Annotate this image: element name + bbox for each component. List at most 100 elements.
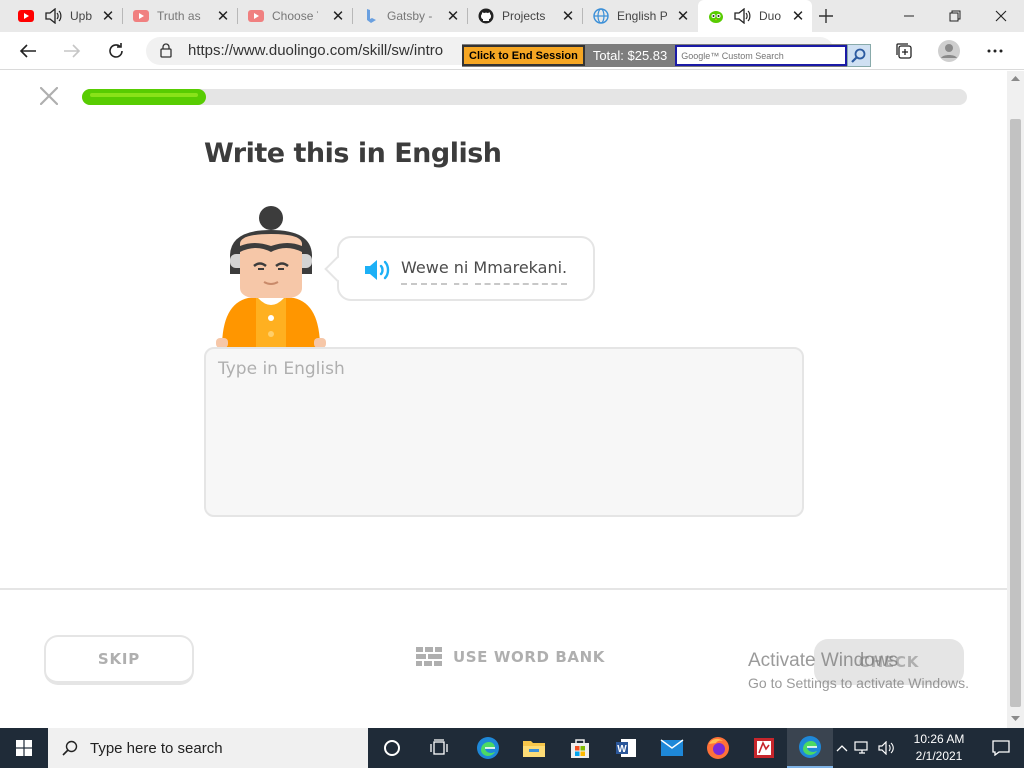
windows-logo-icon [16,740,32,756]
profile-button[interactable] [934,36,964,66]
tab-4[interactable]: Gatsby - ✕ [353,0,467,32]
network-icon[interactable] [854,741,872,755]
speech-bubble-tail [324,256,350,282]
hint-underline[interactable] [401,283,447,285]
skip-button[interactable]: SKIP [44,635,194,685]
collections-button[interactable] [889,36,919,66]
taskbar-edge[interactable] [465,728,511,768]
close-tab-icon[interactable]: ✕ [560,7,576,25]
globe-icon [593,8,609,24]
tab-3[interactable]: Choose Y ✕ [238,0,352,32]
google-search-button[interactable] [847,44,872,67]
close-tab-icon[interactable]: ✕ [330,7,346,25]
page-scrollbar[interactable] [1007,71,1024,728]
hint-underline[interactable] [454,283,468,285]
scroll-thumb[interactable] [1010,119,1021,707]
close-tab-icon[interactable]: ✕ [445,7,461,25]
address-bar-row: https://www.duolingo.com/skill/sw/intro … [0,32,1024,70]
tab-2[interactable]: Truth as t ✕ [123,0,237,32]
prompt-sentence[interactable]: Wewe ni Mmarekani. [401,258,567,277]
tab-label: English P [617,9,667,23]
close-tab-icon[interactable]: ✕ [790,7,806,25]
plus-icon [819,9,833,23]
back-button[interactable] [13,36,43,66]
taskbar-search-placeholder: Type here to search [90,739,223,757]
taskbar-firefox[interactable] [695,728,741,768]
tab-label: Duo [759,9,782,23]
start-button[interactable] [0,728,48,768]
lesson-progress-bar [82,89,967,105]
word-bank-icon [416,647,442,666]
use-word-bank-button[interactable]: USE WORD BANK [416,645,605,669]
task-view-button[interactable] [416,728,462,768]
minimize-icon [904,15,914,17]
taskbar-search-box[interactable]: Type here to search [48,728,368,768]
refresh-icon [109,43,123,58]
taskbar-pdf-app[interactable] [741,728,787,768]
taskbar-store[interactable] [557,728,603,768]
windows-taskbar: Type here to search W 10:26 AM 2/1/2021 [0,728,1024,768]
speaker-icon[interactable] [733,8,751,24]
mail-icon [660,739,684,756]
youtube-icon [133,8,149,24]
firefox-icon [707,737,729,759]
youtube-icon [18,8,34,24]
taskbar-file-explorer[interactable] [511,728,557,768]
tab-5[interactable]: Projects ✕ [468,0,582,32]
restore-icon [949,10,961,22]
notification-icon [992,740,1010,756]
close-icon [40,87,58,105]
word-icon: W [616,739,636,757]
settings-menu-button[interactable] [980,36,1010,66]
new-tab-button[interactable] [818,0,846,32]
tab-6[interactable]: English P ✕ [583,0,697,32]
pdf-app-icon [754,738,774,758]
play-audio-icon[interactable] [363,258,393,282]
close-tab-icon[interactable]: ✕ [100,7,116,25]
chevron-up-icon[interactable] [836,744,848,752]
watermark-title: Activate Windows [748,650,898,671]
svg-text:W: W [617,744,627,755]
scroll-up-arrow-icon[interactable] [1011,75,1020,81]
speech-bubble: Wewe ni Mmarekani. [324,236,595,301]
tab-1[interactable]: Upb ✕ [8,0,122,32]
lock-icon [160,43,172,58]
browser-tab-bar: Upb ✕ Truth as t ✕ Choose Y ✕ Gatsb [0,0,1024,32]
watermark-subtitle: Go to Settings to activate Windows. [748,675,969,691]
tab-label: Truth as t [157,9,203,23]
cortana-icon [384,740,400,756]
tab-7-active[interactable]: Duo ✕ [698,0,812,32]
minimize-button[interactable] [886,0,932,32]
answer-textarea[interactable] [204,347,804,517]
close-tab-icon[interactable]: ✕ [675,7,691,25]
extension-toolbar: Click to End Session Total: $25.83 [462,44,872,67]
notification-center-button[interactable] [978,728,1024,768]
cortana-button[interactable] [369,728,415,768]
end-session-button[interactable]: Click to End Session [462,45,585,66]
bing-icon [363,8,379,24]
close-window-button[interactable] [978,0,1024,32]
taskbar-clock[interactable]: 10:26 AM 2/1/2021 [906,731,972,765]
quit-lesson-button[interactable] [37,84,61,108]
hint-underline[interactable] [475,283,567,285]
close-tab-icon[interactable]: ✕ [215,7,231,25]
avatar-icon [938,40,960,62]
progress-shine [90,93,198,97]
magnifier-icon [851,48,866,63]
speaker-icon[interactable] [44,8,62,24]
taskbar-word[interactable]: W [603,728,649,768]
taskbar-edge-active[interactable] [787,728,833,768]
scroll-down-arrow-icon[interactable] [1011,716,1020,722]
refresh-button[interactable] [101,36,131,66]
forward-button[interactable] [57,36,87,66]
volume-icon[interactable] [878,741,896,755]
store-icon [571,739,589,758]
word-bank-label: USE WORD BANK [453,648,605,666]
restore-button[interactable] [932,0,978,32]
google-custom-search-input[interactable] [675,45,848,66]
url-text: https://www.duolingo.com/skill/sw/intro [188,42,444,59]
session-total: Total: $25.83 [592,48,668,63]
screen: Upb ✕ Truth as t ✕ Choose Y ✕ Gatsb [0,0,1024,768]
taskbar-mail[interactable] [649,728,695,768]
more-dots-icon [987,49,1003,53]
